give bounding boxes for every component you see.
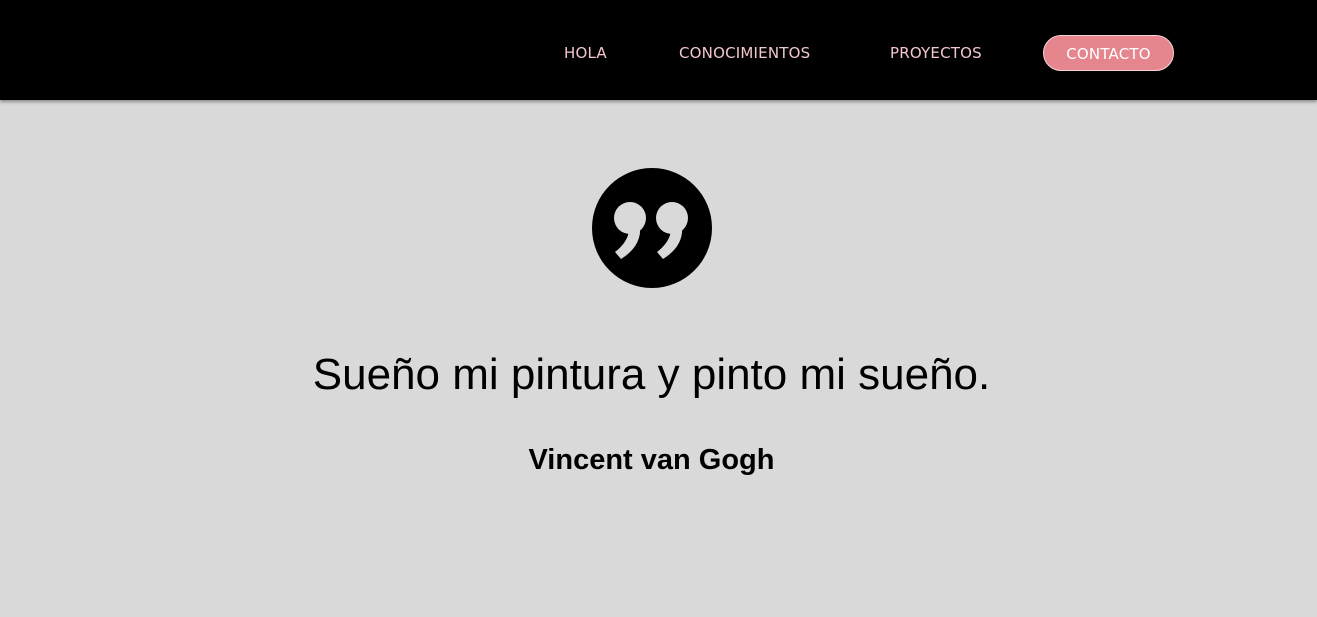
- top-navbar: HOLA CONOCIMIENTOS PROYECTOS CONTACTO: [0, 0, 1317, 100]
- quote-icon-circle: [592, 168, 712, 288]
- nav-link-conocimientos[interactable]: CONOCIMIENTOS: [679, 36, 810, 70]
- nav-link-hola[interactable]: HOLA: [564, 36, 607, 70]
- quote-text: Sueño mi pintura y pinto mi sueño.: [312, 350, 991, 399]
- quote-icon: [592, 168, 712, 288]
- contact-button[interactable]: CONTACTO: [1043, 35, 1174, 71]
- quote-mark-right-dot: [656, 202, 688, 234]
- nav-link-proyectos[interactable]: PROYECTOS: [890, 36, 982, 70]
- quote-author: Vincent van Gogh: [528, 444, 775, 476]
- quote-mark-left-dot: [614, 202, 646, 234]
